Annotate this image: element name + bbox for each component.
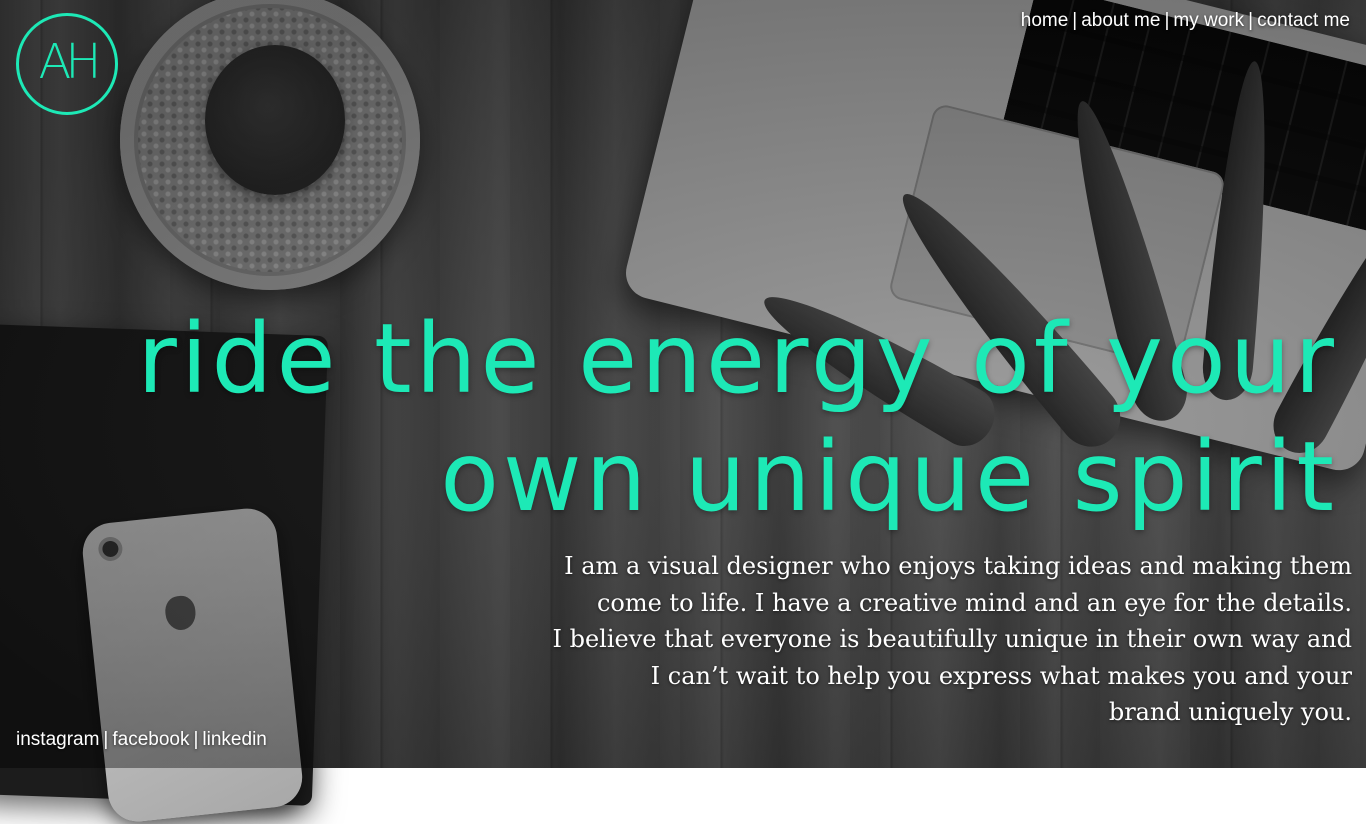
nav-separator: | [1248,10,1254,31]
apple-logo-icon [163,594,198,632]
nav-link-about-me[interactable]: about me [1081,10,1160,31]
bio-line: come to life. I have a creative mind and… [596,588,1352,617]
nav-link-home[interactable]: home [1021,10,1069,31]
nav-link-my-work[interactable]: my work [1173,10,1244,31]
hero-headline-line-2: own unique spirit [440,421,1338,533]
nav-separator: | [1164,10,1170,31]
bio-line: I can’t wait to help you express what ma… [650,661,1352,690]
logo[interactable]: AH [16,13,118,115]
bio-line: I am a visual designer who enjoys taking… [564,552,1352,580]
social-link-linkedin[interactable]: linkedin [202,729,266,750]
nav-separator: | [1072,10,1078,31]
bio-line: brand uniquely you. [1108,698,1352,726]
hero-headline-line-1: ride the energy of your [137,303,1338,415]
plant-pot-image [120,0,420,290]
logo-monogram: AH [38,34,102,90]
bio-line: I believe that everyone is beautifully u… [552,625,1352,653]
top-nav: home | about me | my work | contact me [1021,10,1350,32]
cactus-image [205,45,345,195]
social-separator: | [193,729,199,750]
bio-paragraph: I am a visual designer who enjoys taking… [452,548,1352,731]
phone-camera-icon [101,540,120,558]
phone-image [79,505,306,824]
social-link-facebook[interactable]: facebook [112,729,189,750]
nav-link-contact-me[interactable]: contact me [1257,10,1350,31]
social-links: instagram | facebook | linkedin [16,729,267,751]
social-separator: | [103,729,109,750]
social-link-instagram[interactable]: instagram [16,729,99,750]
hero-headline: ride the energy of your own unique spiri… [137,300,1338,536]
laptop-keyboard-image [998,0,1366,251]
